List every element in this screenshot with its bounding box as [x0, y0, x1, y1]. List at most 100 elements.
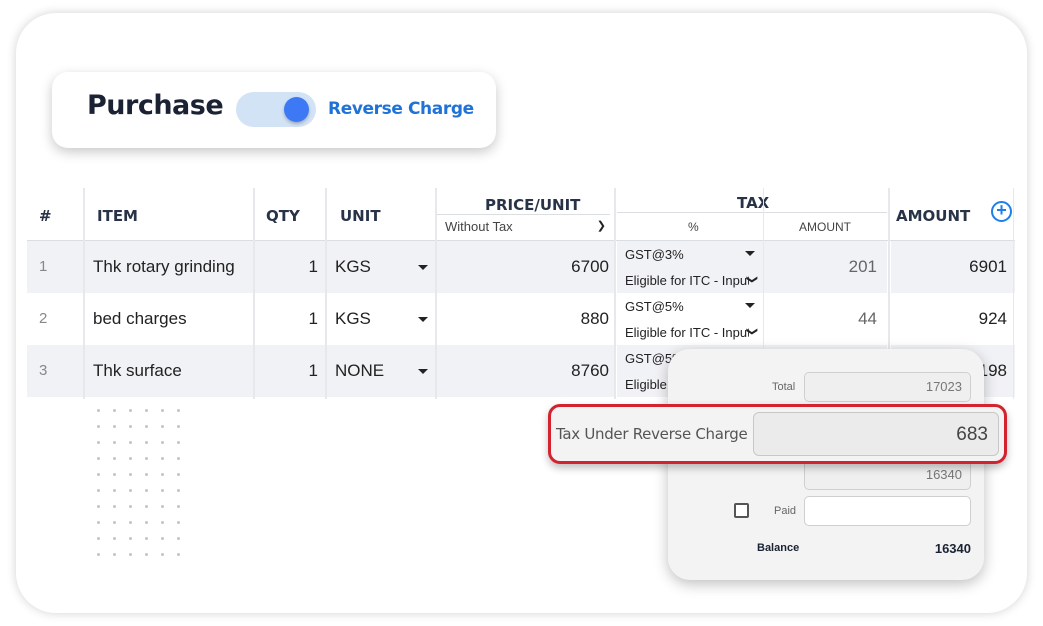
unit-select[interactable]: KGS — [327, 293, 435, 345]
row-number: 3 — [39, 362, 48, 379]
col-header-tax-percent: % — [688, 220, 699, 234]
dot — [161, 537, 164, 540]
dot — [97, 425, 100, 428]
dot — [161, 505, 164, 508]
dot — [129, 537, 132, 540]
dot — [113, 505, 116, 508]
itc-select[interactable]: Eligible for ITC - Input ❯ — [617, 319, 763, 345]
column-divider — [435, 188, 437, 399]
divider — [617, 212, 887, 213]
dot — [161, 489, 164, 492]
row-number: 2 — [39, 310, 48, 327]
reverse-charge-tax-label: Tax Under Reverse Charge — [556, 425, 748, 443]
qty-cell[interactable]: 1 — [255, 241, 325, 293]
row-number-cell: 3 — [27, 345, 83, 397]
item-cell[interactable]: bed charges — [85, 293, 253, 345]
reverse-charge-tax-field[interactable]: 683 — [753, 412, 999, 456]
dot — [161, 473, 164, 476]
tax-amount-cell: 44 — [764, 293, 887, 345]
dot — [177, 489, 180, 492]
row-number-cell: 2 — [27, 293, 83, 345]
tax-rate-value: GST@5% — [625, 299, 684, 314]
paid-checkbox[interactable] — [734, 503, 749, 518]
reverse-charge-highlight: Tax Under Reverse Charge 683 — [548, 404, 1007, 464]
price-cell[interactable]: 880 — [437, 293, 614, 345]
price-cell[interactable]: 6700 — [437, 241, 614, 293]
paid-input[interactable] — [804, 496, 971, 526]
dot — [145, 505, 148, 508]
dot — [97, 553, 100, 556]
dot — [145, 553, 148, 556]
tax-rate-select[interactable]: GST@3% — [617, 241, 763, 267]
plus-icon: + — [996, 200, 1007, 220]
price-mode-select[interactable]: Without Tax ❯ — [437, 217, 610, 237]
dot — [97, 537, 100, 540]
item-cell[interactable]: Thk rotary grinding — [85, 241, 253, 293]
dot — [97, 441, 100, 444]
unit-select[interactable]: NONE — [327, 345, 435, 397]
dot — [161, 425, 164, 428]
column-divider — [83, 188, 85, 399]
price-value: 6700 — [571, 257, 609, 276]
total-label: Total — [772, 381, 796, 393]
dot — [177, 409, 180, 412]
unit-select[interactable]: KGS — [327, 241, 435, 293]
total-field[interactable]: 17023 — [804, 372, 971, 402]
unit-value: KGS — [335, 309, 371, 328]
dot — [97, 409, 100, 412]
column-divider — [325, 188, 327, 399]
net-amount-field[interactable]: 16340 — [804, 460, 971, 490]
dot — [97, 457, 100, 460]
item-cell[interactable]: Thk surface — [85, 345, 253, 397]
col-header-item: ITEM — [97, 207, 138, 225]
page-title: Purchase — [87, 90, 224, 121]
itc-select[interactable]: Eligible for ITC - Input ❯ — [617, 267, 763, 293]
col-header-qty: QTY — [266, 207, 300, 225]
dot — [177, 473, 180, 476]
dot — [113, 521, 116, 524]
dot — [161, 457, 164, 460]
dot — [145, 473, 148, 476]
column-divider — [253, 188, 255, 399]
dot — [129, 521, 132, 524]
col-header-unit: UNIT — [340, 207, 381, 225]
column-divider — [614, 188, 616, 399]
reverse-charge-toggle[interactable] — [236, 92, 316, 127]
item-name: Thk surface — [93, 361, 182, 380]
dot — [129, 441, 132, 444]
caret-down-icon — [418, 317, 428, 322]
price-cell[interactable]: 8760 — [437, 345, 614, 397]
col-header-tax-amount: AMOUNT — [799, 220, 851, 234]
balance-value: 16340 — [934, 541, 971, 556]
row-number: 1 — [39, 258, 48, 275]
dot — [129, 457, 132, 460]
reverse-charge-label[interactable]: Reverse Charge — [328, 99, 474, 119]
dot — [113, 489, 116, 492]
table-row: 1 Thk rotary grinding 1 KGS 6700 GST@3% Eligib… — [27, 241, 1015, 293]
col-header-num: # — [39, 207, 52, 225]
header-card: Purchase Reverse Charge — [52, 72, 496, 148]
row-number-cell: 1 — [27, 241, 83, 293]
chevron-down-icon: ❯ — [596, 220, 606, 232]
balance-label: Balance — [757, 542, 800, 554]
add-column-button[interactable]: + — [991, 200, 1012, 222]
qty-cell[interactable]: 1 — [255, 293, 325, 345]
toggle-knob[interactable] — [284, 97, 309, 122]
dot — [113, 537, 116, 540]
dot — [145, 521, 148, 524]
dot — [97, 473, 100, 476]
caret-down-icon — [745, 251, 755, 256]
dot — [145, 489, 148, 492]
amount-cell: 6901 — [891, 241, 1015, 293]
dot — [177, 441, 180, 444]
qty-cell[interactable]: 1 — [255, 345, 325, 397]
unit-value: NONE — [335, 361, 385, 380]
tax-rate-cell: GST@5% Eligible for ITC - Input ❯ — [617, 293, 763, 345]
dot — [161, 441, 164, 444]
amount-cell: 924 — [891, 293, 1015, 345]
dot — [129, 489, 132, 492]
column-divider — [1013, 188, 1014, 399]
divider — [437, 214, 610, 215]
table-row: 2 bed charges 1 KGS 880 GST@5% Eligible for IT… — [27, 293, 1015, 345]
tax-rate-select[interactable]: GST@5% — [617, 293, 763, 319]
